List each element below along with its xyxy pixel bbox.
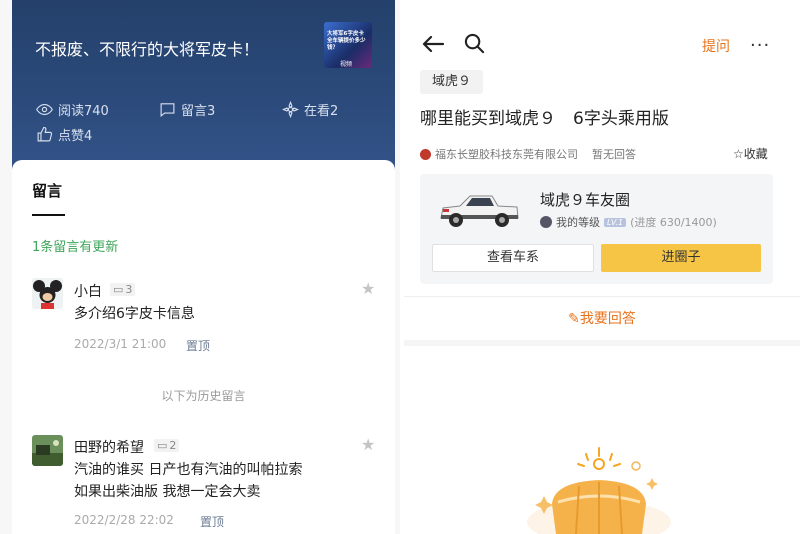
reply-count-badge[interactable]: ▭ 2 bbox=[154, 439, 180, 452]
landscape-avatar-icon bbox=[32, 435, 63, 466]
club-level: 我的等级 LV.1 (进度 630/1400) bbox=[540, 214, 717, 230]
likes-stat[interactable]: 点赞4 bbox=[36, 125, 92, 144]
comment-text-line-1: 汽油的谁买 日产也有汽油的叫帕拉索 bbox=[74, 462, 303, 478]
watching-label: 在看2 bbox=[304, 104, 339, 119]
owners-club-card: 域虎９车友圈 我的等级 LV.1 (进度 630/1400) 查看车系 进圈子 bbox=[420, 174, 773, 284]
comment-time: 2022/3/1 21:00 bbox=[74, 337, 167, 351]
avatar[interactable] bbox=[32, 278, 63, 309]
question-meta: 福东长塑胶科技东莞有限公司 暂无回答 bbox=[420, 146, 636, 162]
comments-card: 留言 1条留言有更新 小白 ▭ 3 ★ 多介绍6字皮卡信息 2022/3/1 2… bbox=[12, 160, 395, 534]
commenter-name[interactable]: 田野的希望 bbox=[74, 437, 144, 457]
pin-button[interactable]: 置顶 bbox=[200, 513, 224, 530]
join-club-button[interactable]: 进圈子 bbox=[601, 244, 761, 272]
article-title[interactable]: 不报废、不限行的大将军皮卡！ bbox=[35, 36, 259, 60]
search-icon[interactable] bbox=[464, 33, 485, 54]
favorite-button[interactable]: ☆收藏 bbox=[733, 145, 768, 162]
comment-text-line-2: 如果出柴油版 我想一定会大卖 bbox=[74, 484, 261, 500]
reads-label: 阅读740 bbox=[58, 104, 109, 119]
star-icon[interactable]: ★ bbox=[361, 435, 375, 454]
likes-label: 点赞4 bbox=[58, 129, 93, 144]
reply-count: 2 bbox=[169, 439, 177, 452]
watching-stat[interactable]: 在看2 bbox=[282, 100, 338, 119]
level-progress: (进度 630/1400) bbox=[630, 216, 717, 229]
no-answer-label: 暂无回答 bbox=[592, 148, 636, 161]
flower-icon bbox=[282, 101, 299, 118]
comments-section-title: 留言 bbox=[32, 182, 63, 200]
user-avatar-icon bbox=[540, 216, 552, 228]
star-outline-icon: ☆ bbox=[733, 147, 744, 161]
avatar[interactable] bbox=[32, 435, 63, 466]
comment-text: 多介绍6字皮卡信息 bbox=[74, 306, 195, 322]
company-name[interactable]: 福东长塑胶科技东莞有限公司 bbox=[435, 146, 578, 162]
favorite-label: 收藏 bbox=[743, 147, 768, 161]
history-divider-label: 以下为历史留言 bbox=[161, 389, 246, 403]
section-divider bbox=[404, 340, 800, 346]
level-badge: LV.1 bbox=[604, 217, 627, 227]
ask-question-button[interactable]: 提问 bbox=[702, 36, 730, 56]
article-header: 不报废、不限行的大将军皮卡！ 大将军6字皮卡全车辆提价多少钱？ 视频 阅读740… bbox=[12, 0, 395, 176]
level-label: 我的等级 bbox=[556, 216, 600, 229]
reply-icon: ▭ bbox=[113, 283, 124, 296]
comments-label: 留言3 bbox=[181, 104, 216, 119]
section-underline bbox=[32, 214, 65, 216]
article-thumbnail[interactable]: 大将军6字皮卡全车辆提价多少钱？ 视频 bbox=[324, 22, 372, 68]
thumbnail-tag: 视频 bbox=[340, 61, 353, 68]
reply-count: 3 bbox=[125, 283, 133, 296]
comments-stat[interactable]: 留言3 bbox=[159, 100, 215, 119]
club-name[interactable]: 域虎９车友圈 bbox=[540, 189, 630, 210]
thumbs-up-icon bbox=[37, 126, 53, 142]
star-icon[interactable]: ★ bbox=[361, 279, 375, 298]
pin-button[interactable]: 置顶 bbox=[186, 337, 210, 354]
comment-icon bbox=[160, 103, 175, 118]
answer-label: 我要回答 bbox=[579, 311, 636, 327]
thumbnail-text: 大将军6字皮卡全车辆提价多少钱？ bbox=[327, 31, 366, 51]
pickup-truck-icon[interactable] bbox=[438, 188, 520, 232]
eye-icon bbox=[36, 103, 53, 116]
update-tip[interactable]: 1条留言有更新 bbox=[32, 236, 118, 255]
comment-time: 2022/2/28 22:02 bbox=[74, 513, 174, 527]
pencil-icon: ✎ bbox=[568, 311, 580, 327]
reply-icon: ▭ bbox=[157, 439, 168, 452]
more-menu-button[interactable]: ··· bbox=[750, 35, 770, 56]
divider bbox=[404, 296, 800, 297]
empty-state-illustration bbox=[527, 447, 671, 534]
top-bar: 提问 ··· bbox=[404, 0, 800, 70]
answer-button[interactable]: ✎我要回答 bbox=[404, 308, 800, 328]
topic-chip[interactable]: 域虎９ bbox=[420, 70, 484, 94]
mouse-avatar-icon bbox=[32, 278, 63, 309]
reply-count-badge[interactable]: ▭ 3 bbox=[110, 283, 136, 296]
view-series-button[interactable]: 查看车系 bbox=[432, 244, 594, 272]
reads-stat: 阅读740 bbox=[36, 100, 109, 119]
left-panel: 不报废、不限行的大将军皮卡！ 大将军6字皮卡全车辆提价多少钱？ 视频 阅读740… bbox=[0, 0, 400, 534]
company-logo-icon bbox=[420, 148, 431, 160]
question-title: 哪里能买到域虎９ 6字头乘用版 bbox=[420, 109, 669, 129]
right-panel: 提问 ··· 域虎９ 哪里能买到域虎９ 6字头乘用版 福东长塑胶科技东莞有限公司… bbox=[404, 0, 800, 534]
back-arrow-icon[interactable] bbox=[422, 35, 444, 53]
commenter-name[interactable]: 小白 bbox=[74, 281, 102, 301]
